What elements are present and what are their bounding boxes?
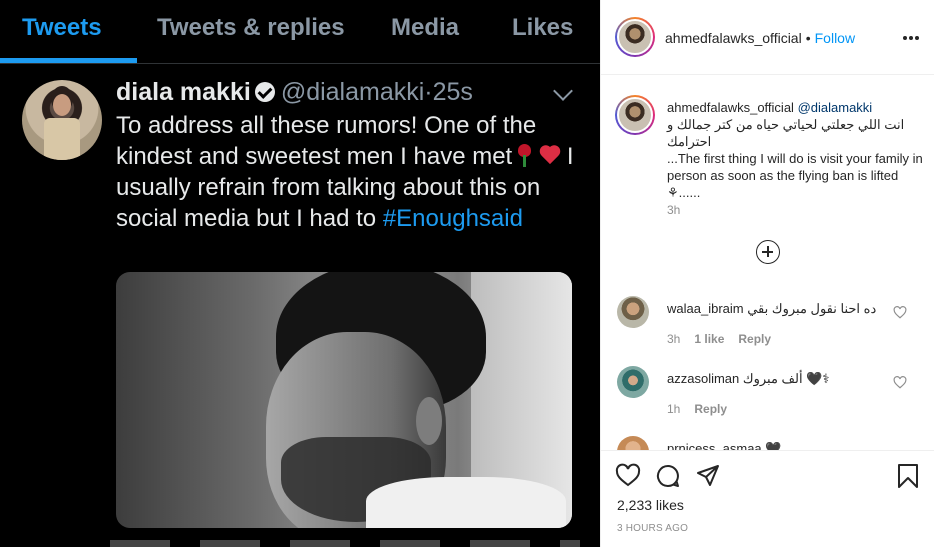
red-heart-emoji-icon <box>539 146 561 166</box>
tweet-photo <box>116 272 572 528</box>
likes-count[interactable]: 2,233 likes <box>617 497 684 513</box>
post-username[interactable]: ahmedfalawks_official <box>665 30 802 46</box>
comment-like-count[interactable]: 1 like <box>694 332 724 346</box>
comment-time: 3h <box>667 332 681 346</box>
tweet-screenshot: Tweets Tweets & replies Media Likes dial… <box>0 0 600 547</box>
post-timestamp: 3 HOURS AGO <box>617 523 689 534</box>
tweet-separator: · <box>424 78 433 106</box>
comment-text: walaa_ibraim ده احنا نقول مبروك بقي <box>667 300 887 317</box>
caption-flower-icon: ⚘ <box>667 185 679 200</box>
tweet-author-avatar <box>22 80 102 160</box>
tweet-hashtag: #Enoughsaid <box>382 205 523 232</box>
caption-avatar[interactable] <box>615 95 655 135</box>
bookmark-icon[interactable] <box>895 463 921 489</box>
verified-badge-icon <box>254 82 275 102</box>
caption-english: ...The first thing I will do is visit yo… <box>667 151 923 183</box>
caption-trailing: ...... <box>678 185 701 200</box>
list-item: walaa_ibraim ده احنا نقول مبروك بقي 3h 1 … <box>615 294 925 360</box>
add-circle-icon[interactable] <box>756 240 780 264</box>
rose-emoji-icon <box>516 144 532 167</box>
tweet-actions-row <box>110 540 580 547</box>
tab-tweets-replies: Tweets & replies <box>157 14 345 41</box>
avatar[interactable] <box>617 296 649 328</box>
heart-icon[interactable] <box>615 463 641 489</box>
list-item: prnicess_asmaa 🖤 <box>615 434 925 450</box>
comment-icon[interactable] <box>655 463 681 489</box>
comments-list: walaa_ibraim ده احنا نقول مبروك بقي 3h 1 … <box>601 290 934 450</box>
post-actions: 2,233 likes 3 HOURS AGO <box>601 450 934 547</box>
tab-tweets: Tweets <box>22 14 102 41</box>
more-options-icon[interactable] <box>903 36 919 40</box>
heart-emoji-icon: 🖤⚕ <box>806 371 830 386</box>
follow-button[interactable]: Follow <box>815 30 855 46</box>
tweet-author-handle: @dialamakki <box>280 78 425 106</box>
comment-meta: 3h 1 like Reply <box>667 332 785 346</box>
caption-mention[interactable]: @dialamakki <box>798 100 873 115</box>
tweet-tabs: Tweets Tweets & replies Media Likes <box>0 0 600 64</box>
instagram-post-panel: ahmedfalawks_official • Follow ahmedfalawk… <box>600 0 934 547</box>
share-icon[interactable] <box>695 463 721 489</box>
tweet-text: To address all these rumors! One of the … <box>116 110 586 234</box>
avatar[interactable] <box>617 366 649 398</box>
tab-likes: Likes <box>512 14 574 41</box>
comment-meta: 1h Reply <box>667 402 741 416</box>
list-item: azzasoliman ألف مبروك 🖤⚕ 1h Reply <box>615 364 925 430</box>
caption-text: ahmedfalawks_official @dialamakki انت ال… <box>667 99 929 201</box>
tweet-header: diala makki @dialamakki·25s <box>116 78 473 108</box>
tab-media: Media <box>391 14 460 41</box>
reply-button[interactable]: Reply <box>694 402 727 416</box>
comment-text: prnicess_asmaa 🖤 <box>667 440 887 450</box>
tweet-author-name: diala makki <box>116 78 251 106</box>
tweet-time: 25s <box>432 78 473 106</box>
comment-text: azzasoliman ألف مبروك 🖤⚕ <box>667 370 887 387</box>
heart-icon[interactable] <box>893 306 907 319</box>
caption-arabic: انت اللي جعلتي لحياتي حياه من كتر جمالك … <box>667 117 905 149</box>
caption-username[interactable]: ahmedfalawks_official <box>667 100 794 115</box>
avatar[interactable] <box>615 17 655 57</box>
post-header: ahmedfalawks_official • Follow <box>601 0 934 75</box>
chevron-down-icon <box>553 81 573 101</box>
comment-body: ألف مبروك <box>742 371 803 386</box>
active-tab-indicator <box>0 58 137 63</box>
heart-icon[interactable] <box>893 376 907 389</box>
tweet-text-part1: To address all these rumors! One of the … <box>116 112 537 170</box>
reply-button[interactable]: Reply <box>738 332 771 346</box>
caption-time: 3h <box>667 203 681 217</box>
comment-username[interactable]: prnicess_asmaa <box>667 441 762 450</box>
comment-username[interactable]: walaa_ibraim <box>667 301 744 316</box>
comment-username[interactable]: azzasoliman <box>667 371 739 386</box>
comment-body: ده احنا نقول مبروك بقي <box>747 301 877 316</box>
black-heart-icon: 🖤 <box>765 441 782 450</box>
avatar[interactable] <box>617 436 649 450</box>
header-separator: • <box>805 30 811 46</box>
comment-time: 1h <box>667 402 681 416</box>
post-username-row: ahmedfalawks_official • Follow <box>665 30 855 46</box>
